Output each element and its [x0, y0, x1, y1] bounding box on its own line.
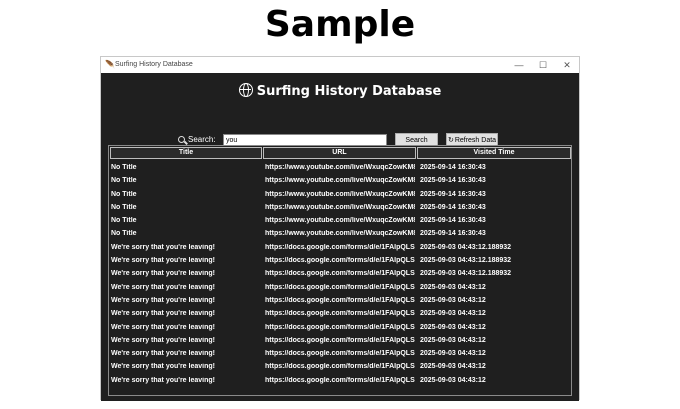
history-table: Title URL Visited Time No Title https://w…: [108, 145, 572, 396]
table-row[interactable]: We're sorry that you're leaving! https://…: [109, 255, 571, 268]
cell-url: https://www.youtube.com/live/WxuqcZowKM8…: [265, 190, 415, 198]
search-label-text: Search:: [188, 135, 216, 144]
cell-title: We're sorry that you're leaving!: [111, 283, 215, 291]
cell-title: We're sorry that you're leaving!: [111, 243, 215, 251]
cell-title: No Title: [111, 203, 137, 211]
cell-visited-time: 2025-09-03 04:43:12: [420, 363, 486, 371]
cell-title: We're sorry that you're leaving!: [111, 350, 215, 358]
minimize-icon[interactable]: —: [507, 58, 531, 72]
app-window: 🪶 Surfing History Database — ☐ ✕ Surfing…: [100, 56, 580, 401]
magnifier-icon: [178, 136, 185, 143]
cell-visited-time: 2025-09-03 04:43:12.188932: [420, 257, 512, 265]
cell-title: No Title: [111, 190, 137, 198]
cell-visited-time: 2025-09-14 16:30:43: [420, 203, 486, 211]
cell-title: We're sorry that you're leaving!: [111, 296, 215, 304]
column-header-visited-time[interactable]: Visited Time: [417, 147, 571, 159]
cell-url: https://docs.google.com/forms/d/e/1FAIpQ…: [265, 336, 415, 344]
app-heading-text: Surfing History Database: [256, 84, 442, 99]
cell-title: We're sorry that you're leaving!: [111, 363, 215, 371]
banner-title: Sample: [264, 4, 416, 45]
cell-visited-time: 2025-09-03 04:43:12.188932: [420, 270, 512, 278]
cell-url: https://docs.google.com/forms/d/e/1FAIpQ…: [265, 323, 415, 331]
cell-url: https://docs.google.com/forms/d/e/1FAIpQ…: [265, 363, 415, 371]
app-client: Surfing History Database Search: Search …: [101, 73, 579, 401]
cell-title: No Title: [111, 217, 137, 225]
cell-title: We're sorry that you're leaving!: [111, 270, 215, 278]
cell-title: No Title: [111, 230, 137, 238]
cell-visited-time: 2025-09-03 04:43:12: [420, 336, 486, 344]
cell-url: https://docs.google.com/forms/d/e/1FAIpQ…: [265, 310, 415, 318]
window-titlebar[interactable]: 🪶 Surfing History Database — ☐ ✕: [101, 57, 579, 73]
cell-title: No Title: [111, 177, 137, 185]
cell-visited-time: 2025-09-03 04:43:12: [420, 283, 486, 291]
column-header-url[interactable]: URL: [263, 147, 416, 159]
table-row[interactable]: We're sorry that you're leaving! https://…: [109, 268, 571, 281]
table-body: No Title https://www.youtube.com/live/Wxu…: [109, 162, 571, 388]
cell-title: We're sorry that you're leaving!: [111, 257, 215, 265]
cell-url: https://docs.google.com/forms/d/e/1FAIpQ…: [265, 243, 415, 251]
cell-url: https://www.youtube.com/live/WxuqcZowKM8…: [265, 177, 415, 185]
cell-visited-time: 2025-09-03 04:43:12: [420, 350, 486, 358]
cell-title: No Title: [111, 164, 137, 171]
cell-visited-time: 2025-09-14 16:30:43: [420, 177, 486, 185]
table-row[interactable]: We're sorry that you're leaving! https://…: [109, 361, 571, 374]
cell-title: We're sorry that you're leaving!: [111, 310, 215, 318]
table-row[interactable]: We're sorry that you're leaving! https://…: [109, 308, 571, 321]
close-icon[interactable]: ✕: [555, 58, 579, 72]
cell-title: We're sorry that you're leaving!: [111, 336, 215, 344]
cell-url: https://www.youtube.com/live/WxuqcZowKM8…: [265, 203, 415, 211]
cell-url: https://www.youtube.com/live/WxuqcZowKM8…: [265, 164, 415, 171]
cell-url: https://docs.google.com/forms/d/e/1FAIpQ…: [265, 376, 415, 384]
table-row[interactable]: We're sorry that you're leaving! https://…: [109, 295, 571, 308]
cell-url: https://docs.google.com/forms/d/e/1FAIpQ…: [265, 270, 415, 278]
cell-title: We're sorry that you're leaving!: [111, 376, 215, 384]
cell-visited-time: 2025-09-03 04:43:12.188932: [420, 243, 512, 251]
window-title: Surfing History Database: [115, 61, 193, 68]
cell-url: https://docs.google.com/forms/d/e/1FAIpQ…: [265, 283, 415, 291]
search-label: Search:: [178, 135, 216, 144]
cell-title: We're sorry that you're leaving!: [111, 323, 215, 331]
cell-visited-time: 2025-09-14 16:30:43: [420, 190, 486, 198]
table-row[interactable]: No Title https://www.youtube.com/live/Wxu…: [109, 202, 571, 215]
cell-visited-time: 2025-09-03 04:43:12: [420, 376, 486, 384]
cell-visited-time: 2025-09-14 16:30:43: [420, 217, 486, 225]
table-row[interactable]: We're sorry that you're leaving! https://…: [109, 348, 571, 361]
globe-icon: [238, 83, 253, 97]
table-row[interactable]: We're sorry that you're leaving! https://…: [109, 282, 571, 295]
table-row[interactable]: We're sorry that you're leaving! https://…: [109, 335, 571, 348]
table-row[interactable]: No Title https://www.youtube.com/live/Wxu…: [109, 189, 571, 202]
table-row[interactable]: No Title https://www.youtube.com/live/Wxu…: [109, 162, 571, 175]
refresh-button-label: Refresh Data: [454, 137, 497, 144]
table-row[interactable]: No Title https://www.youtube.com/live/Wxu…: [109, 228, 571, 241]
maximize-icon[interactable]: ☐: [531, 58, 555, 72]
cell-url: https://docs.google.com/forms/d/e/1FAIpQ…: [265, 257, 415, 265]
cell-visited-time: 2025-09-14 16:30:43: [420, 164, 486, 171]
cell-url: https://www.youtube.com/live/WxuqcZowKM8…: [265, 217, 415, 225]
cell-visited-time: 2025-09-03 04:43:12: [420, 323, 486, 331]
table-header: Title URL Visited Time: [109, 146, 571, 160]
column-header-title[interactable]: Title: [110, 147, 262, 159]
cell-visited-time: 2025-09-03 04:43:12: [420, 310, 486, 318]
table-row[interactable]: We're sorry that you're leaving! https://…: [109, 242, 571, 255]
feather-icon: 🪶: [105, 60, 115, 69]
app-heading: Surfing History Database: [101, 83, 579, 99]
table-row[interactable]: We're sorry that you're leaving! https://…: [109, 375, 571, 388]
table-row[interactable]: No Title https://www.youtube.com/live/Wxu…: [109, 215, 571, 228]
cell-url: https://docs.google.com/forms/d/e/1FAIpQ…: [265, 350, 415, 358]
cell-visited-time: 2025-09-14 16:30:43: [420, 230, 486, 238]
table-row[interactable]: We're sorry that you're leaving! https://…: [109, 322, 571, 335]
cell-url: https://www.youtube.com/live/WxuqcZowKM8…: [265, 230, 415, 238]
table-row[interactable]: No Title https://www.youtube.com/live/Wxu…: [109, 175, 571, 188]
cell-url: https://docs.google.com/forms/d/e/1FAIpQ…: [265, 296, 415, 304]
cell-visited-time: 2025-09-03 04:43:12: [420, 296, 486, 304]
